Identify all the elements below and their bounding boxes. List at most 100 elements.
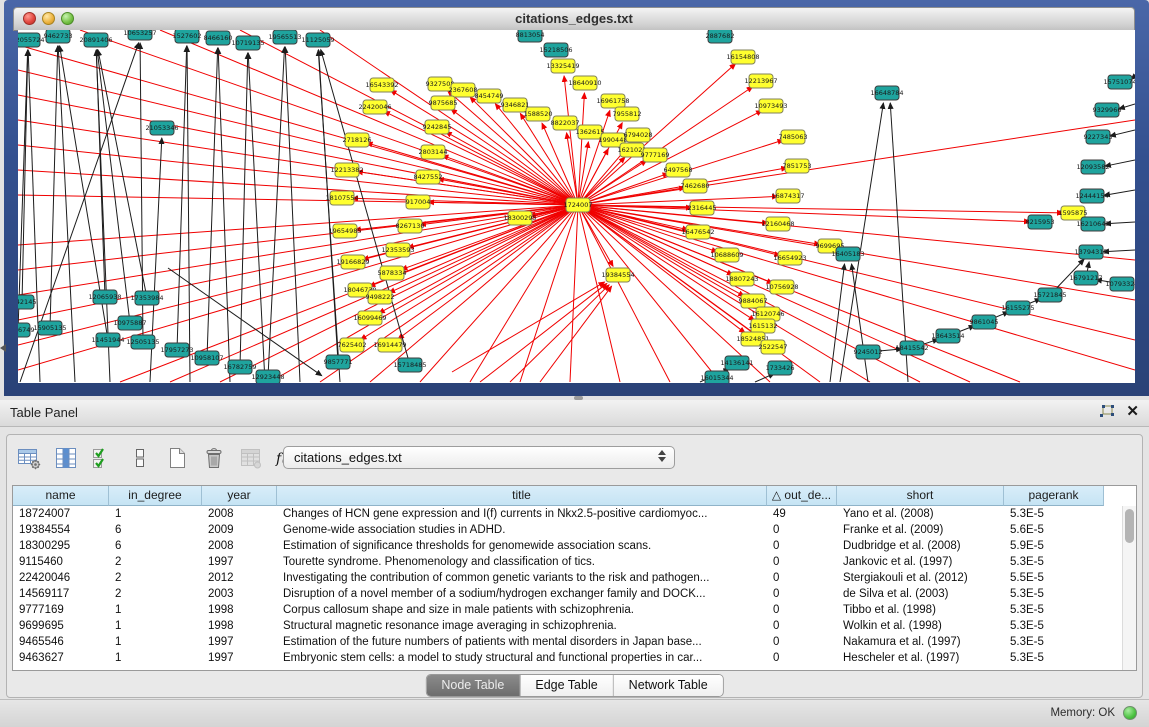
column-header-short[interactable]: short <box>837 486 1004 506</box>
graph-node[interactable]: 9498222 <box>366 290 395 304</box>
row-height-icon[interactable] <box>126 444 154 472</box>
graph-node[interactable]: 16648784 <box>870 86 903 100</box>
table-cell[interactable]: 1 <box>109 602 202 618</box>
graph-node[interactable]: 10958107 <box>190 351 223 365</box>
table-row[interactable]: 1830029562008Estimation of significance … <box>13 538 1123 554</box>
table-cell[interactable]: 0 <box>767 618 837 634</box>
graph-node[interactable]: 2803144 <box>419 145 448 159</box>
table-cell[interactable]: 2008 <box>202 538 277 554</box>
table-cell[interactable]: de Silva et al. (2003) <box>837 586 1004 602</box>
table-row[interactable]: 946554611997Estimation of the future num… <box>13 634 1123 650</box>
graph-node[interactable]: 7485063 <box>779 130 808 144</box>
table-cell[interactable]: 5.3E-5 <box>1004 554 1104 570</box>
graph-node[interactable]: 10756928 <box>765 280 798 294</box>
table-vertical-scrollbar[interactable] <box>1122 506 1136 670</box>
citation-edge-red[interactable] <box>578 205 1030 222</box>
graph-node[interactable]: 917004 <box>406 195 431 209</box>
citation-edge-black[interactable] <box>218 48 230 382</box>
table-cell[interactable]: 0 <box>767 522 837 538</box>
graph-node[interactable]: 20891406 <box>79 33 112 47</box>
graph-node[interactable]: 6794028 <box>624 128 653 142</box>
citation-edge-red[interactable] <box>389 205 578 293</box>
table-cell[interactable]: 2 <box>109 554 202 570</box>
table-cell[interactable]: Yano et al. (2008) <box>837 506 1004 522</box>
graph-node[interactable]: 9884067 <box>739 294 768 308</box>
citation-edge-red[interactable] <box>578 205 780 256</box>
citation-edge-red[interactable] <box>570 205 578 382</box>
graph-node[interactable]: 11026749 <box>18 323 35 337</box>
table-cell[interactable]: 5.6E-5 <box>1004 522 1104 538</box>
table-cell[interactable]: 2008 <box>202 506 277 522</box>
table-cell[interactable]: 1 <box>109 506 202 522</box>
table-cell[interactable]: Changes of HCN gene expression and I(f) … <box>277 506 767 522</box>
table-cell[interactable]: 5.3E-5 <box>1004 618 1104 634</box>
table-row[interactable]: 946362711997Embryonic stem cells: a mode… <box>13 650 1123 666</box>
table-row[interactable]: 1872400712008Changes of HCN gene express… <box>13 506 1123 522</box>
graph-node[interactable]: 12213967 <box>744 74 777 88</box>
table-cell[interactable]: 1998 <box>202 602 277 618</box>
graph-node[interactable]: 1527602 <box>173 30 202 43</box>
table-cell[interactable]: 49 <box>767 506 837 522</box>
graph-node[interactable]: 9542145 <box>18 295 36 309</box>
graph-node[interactable]: 8813054 <box>516 30 545 42</box>
table-cell[interactable]: Disruption of a novel member of a sodium… <box>277 586 767 602</box>
table-row[interactable]: 2242004622012Investigating the contribut… <box>13 570 1123 586</box>
graph-node[interactable]: 9857771 <box>324 355 353 369</box>
graph-node[interactable]: 17353984 <box>130 291 163 305</box>
table-cell[interactable]: 18724007 <box>13 506 109 522</box>
graph-node[interactable]: 9861045 <box>970 315 999 329</box>
hide-panel-arrow-icon[interactable] <box>0 344 6 352</box>
graph-node[interactable]: 9242845 <box>423 120 452 134</box>
column-header-pagerank[interactable]: pagerank <box>1004 486 1104 506</box>
graph-node[interactable]: 12213382 <box>330 163 363 177</box>
table-cell[interactable]: Stergiakouli et al. (2012) <box>837 570 1004 586</box>
graph-node[interactable]: 16914479 <box>373 338 406 352</box>
citation-edge-red[interactable] <box>398 205 578 339</box>
graph-node[interactable]: 7851753 <box>783 159 812 173</box>
graph-node[interactable]: 7462680 <box>681 179 710 193</box>
table-row[interactable]: 969969511998Structural magnetic resonanc… <box>13 618 1123 634</box>
table-cell[interactable]: 1998 <box>202 618 277 634</box>
graph-node[interactable]: 9875685 <box>429 96 458 110</box>
table-cell[interactable]: 6 <box>109 522 202 538</box>
table-cell[interactable]: 5.5E-5 <box>1004 570 1104 586</box>
citation-edge-black[interactable] <box>18 50 28 330</box>
graph-node[interactable]: 16654923 <box>773 251 806 265</box>
graph-node[interactable]: 16782759 <box>223 360 256 374</box>
table-cell[interactable]: Genome-wide association studies in ADHD. <box>277 522 767 538</box>
table-cell[interactable]: 2009 <box>202 522 277 538</box>
citation-edge-red[interactable] <box>510 285 609 382</box>
graph-node[interactable]: 2522547 <box>759 340 788 354</box>
graph-node[interactable]: 10793324 <box>1105 277 1135 291</box>
citation-network-graph[interactable]: 1724007932750823676088454749934682115885… <box>18 30 1135 383</box>
graph-node[interactable]: 10719135 <box>231 36 264 50</box>
graph-node[interactable]: 9462733 <box>44 30 73 43</box>
graph-node[interactable]: 21053346 <box>145 121 178 135</box>
tab-edge-table[interactable]: Edge Table <box>520 675 613 696</box>
citation-edge-black[interactable] <box>285 47 300 382</box>
tab-node-table[interactable]: Node Table <box>426 675 520 696</box>
table-row[interactable]: 977716911998Corpus callosum shape and si… <box>13 602 1123 618</box>
table-cell[interactable]: 22420046 <box>13 570 109 586</box>
citation-edge-red[interactable] <box>578 205 755 321</box>
graph-node[interactable]: 19565513 <box>268 30 301 44</box>
column-header-in_degree[interactable]: in_degree <box>109 486 202 506</box>
table-cell[interactable]: Wolkin et al. (1998) <box>837 618 1004 634</box>
graph-node[interactable]: 10688609 <box>710 248 743 262</box>
table-cell[interactable]: 5.3E-5 <box>1004 506 1104 522</box>
table-cell[interactable]: Tibbo et al. (1998) <box>837 602 1004 618</box>
graph-node[interactable]: 8215953 <box>1026 215 1055 229</box>
network-canvas[interactable]: 1724007932750823676088454749934682115885… <box>18 30 1135 383</box>
table-cell[interactable]: 0 <box>767 554 837 570</box>
graph-node[interactable]: 5878334 <box>378 266 407 280</box>
close-panel-icon[interactable]: ✕ <box>1126 404 1139 420</box>
citation-edge-red[interactable] <box>270 205 578 382</box>
table-cell[interactable]: 6 <box>109 538 202 554</box>
table-cell[interactable]: Nakamura et al. (1997) <box>837 634 1004 650</box>
table-cell[interactable]: 1 <box>109 634 202 650</box>
graph-node[interactable]: 16099469 <box>353 311 386 325</box>
table-selector-dropdown[interactable]: citations_edges.txt <box>283 446 675 469</box>
graph-node[interactable]: 10653257 <box>123 30 156 40</box>
table-cell[interactable]: Franke et al. (2009) <box>837 522 1004 538</box>
citation-edge-black[interactable] <box>852 264 868 382</box>
